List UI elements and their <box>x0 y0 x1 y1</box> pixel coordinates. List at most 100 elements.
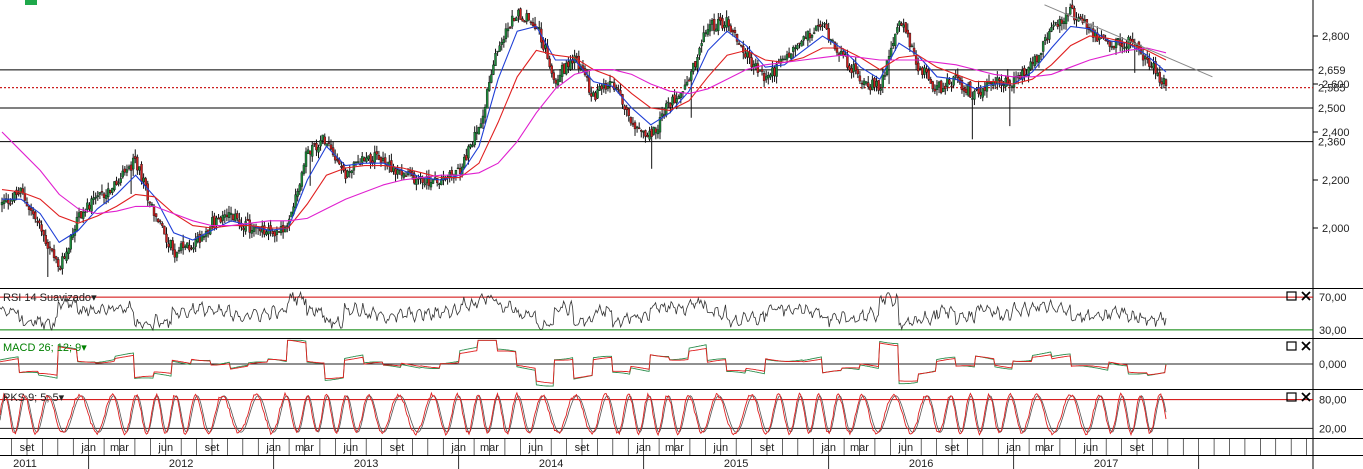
candle-body <box>67 248 70 254</box>
close-icon[interactable] <box>1301 341 1311 351</box>
candle-body <box>327 142 331 144</box>
candle-body <box>29 207 33 211</box>
candle-body <box>817 24 820 27</box>
candle-body <box>794 47 797 50</box>
macd-controls <box>1286 341 1311 351</box>
candle-body <box>867 82 870 88</box>
candle-body <box>685 81 689 86</box>
candle-body <box>771 67 774 77</box>
candle-body <box>279 226 283 234</box>
candle-body <box>596 89 599 99</box>
candle-body <box>975 89 978 91</box>
x-month-label: jun <box>712 442 728 454</box>
candle-body <box>175 252 179 258</box>
candle-body <box>319 140 322 147</box>
candle-body <box>669 102 672 108</box>
pks-title[interactable]: PKS 9; 5; 5▾ <box>3 392 65 404</box>
candle-body <box>94 197 97 199</box>
candle-body <box>1148 58 1151 67</box>
candle-body <box>1160 81 1164 85</box>
candle-body <box>32 210 35 215</box>
candle-body <box>1033 56 1037 66</box>
candle-body <box>671 96 674 106</box>
candle-body <box>40 224 43 232</box>
candle-body <box>760 69 764 72</box>
candle-body <box>77 212 81 218</box>
close-icon[interactable] <box>1301 291 1311 301</box>
candle-body <box>719 16 722 21</box>
candle-body <box>746 51 749 58</box>
candle-body <box>38 220 41 224</box>
candle-body <box>633 122 637 130</box>
candle-body <box>852 64 855 72</box>
candle-body <box>244 221 247 232</box>
y-tick-label: 2,000 <box>1322 223 1350 235</box>
candle-body <box>119 178 122 183</box>
candle-body <box>400 170 403 176</box>
candle-body <box>1121 43 1124 48</box>
candle-body <box>1162 78 1166 84</box>
indicator-level-label: 20,00 <box>1319 423 1347 435</box>
candle-body <box>600 85 603 90</box>
candle-body <box>519 8 522 20</box>
candle-body <box>1123 47 1126 49</box>
price-level-label: 2,500 <box>1318 103 1346 115</box>
y-axis: 2,8002,6002,4002,2002,0002,6592,5852,500… <box>1313 31 1350 235</box>
x-month-label: jan <box>820 442 836 454</box>
candle-body <box>896 27 899 34</box>
candle-body <box>202 236 206 238</box>
candle-body <box>1143 56 1147 59</box>
candle-body <box>925 68 928 73</box>
candle-body <box>342 164 345 171</box>
candle-body <box>635 126 639 129</box>
price-level-label: 2,585 <box>1318 83 1346 95</box>
candle-body <box>159 220 162 223</box>
candle-body <box>521 18 524 22</box>
candle-body <box>102 193 106 198</box>
candle-body <box>850 68 853 74</box>
candle-body <box>471 144 474 147</box>
x-month-label: jun <box>157 442 173 454</box>
macd-title[interactable]: MACD 26; 12; 9▾ <box>3 342 87 354</box>
candle-body <box>117 182 120 185</box>
candle-body <box>298 184 301 192</box>
candle-body <box>48 246 52 249</box>
candle-body <box>652 126 655 135</box>
candle-body <box>750 57 753 68</box>
candle-body <box>146 183 149 201</box>
candle-body <box>456 167 460 170</box>
candle-body <box>1164 79 1168 86</box>
candle-body <box>906 29 909 35</box>
candle-body <box>136 156 139 171</box>
candle-body <box>227 212 231 218</box>
candle-body <box>789 53 793 59</box>
candle-body <box>17 192 20 195</box>
candle-body <box>919 68 922 70</box>
candle-body <box>765 76 768 80</box>
trendline[interactable] <box>1044 4 1213 78</box>
candle-body <box>379 157 383 163</box>
candle-body <box>86 202 89 210</box>
maximize-icon[interactable] <box>1286 341 1297 351</box>
candle-body <box>1044 37 1047 42</box>
price-level-label: 2,360 <box>1318 137 1346 149</box>
candle-body <box>696 57 699 69</box>
candle-body <box>69 235 72 250</box>
candle-body <box>917 62 920 72</box>
candle-body <box>950 85 953 88</box>
candle-body <box>592 92 595 97</box>
candle-body <box>231 214 235 221</box>
rsi-title[interactable]: RSI 14 Suavizado▾ <box>3 292 97 304</box>
candle-body <box>381 157 385 161</box>
candle-body <box>656 129 660 135</box>
candle-body <box>115 180 118 185</box>
candle-body <box>315 142 318 151</box>
maximize-icon[interactable] <box>1286 291 1297 301</box>
candle-body <box>246 218 249 221</box>
candle-body <box>529 21 533 24</box>
x-year-label: 2017 <box>1094 458 1118 469</box>
candle-body <box>286 225 289 227</box>
legend-marker[interactable] <box>25 0 37 5</box>
candle-body <box>2 200 6 204</box>
candle-body <box>610 81 614 83</box>
